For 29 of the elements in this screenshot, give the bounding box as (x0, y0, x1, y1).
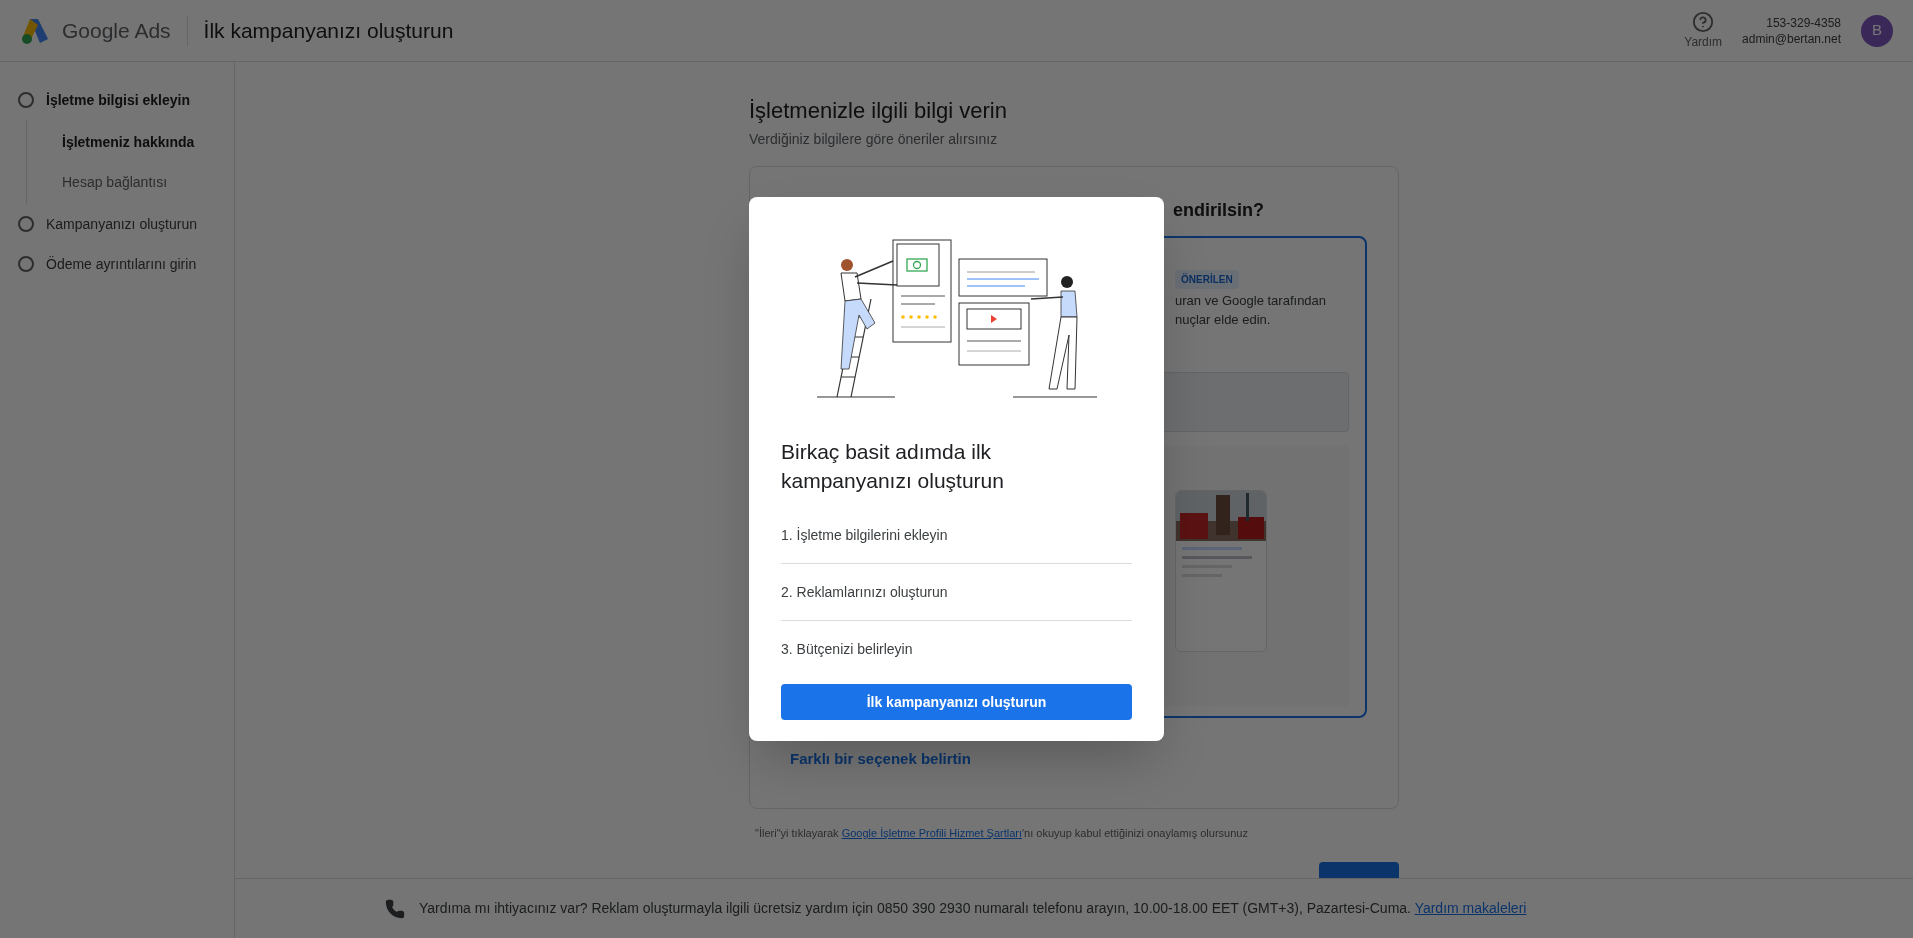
account-email: admin@bertan.net (1742, 30, 1841, 47)
sidebar-step[interactable]: Ödeme ayrıntılarını girin (0, 244, 234, 284)
phone-icon (385, 898, 405, 919)
sidebar-step[interactable]: Kampanyanızı oluşturun (0, 204, 234, 244)
dialog-step: 1. İşletme bilgilerini ekleyin (781, 507, 1132, 564)
account-id: 153-329-4358 (1766, 14, 1841, 31)
dialog-step: 2. Reklamlarınızı oluşturun (781, 564, 1132, 621)
option-description: nuçlar elde edin. (1175, 311, 1272, 328)
other-option-link[interactable]: Farklı bir seçenek belirtin (790, 748, 1398, 771)
help-text: Yardıma mı ihtiyacınız var? Reklam oluşturmayla ilgili ücretsiz yardım için 0850 390 2930 numaralı telefonu arayın, 10.00-18.00 EET (GMT+3), Pazartesi-Cuma. Yardım makaleleri (419, 899, 1527, 918)
sidebar-substep[interactable]: İşletmeniz hakkında (27, 122, 234, 162)
sidebar-substep[interactable]: Hesap bağlantısı (27, 162, 234, 202)
logo-icon (20, 16, 50, 45)
terms-link[interactable]: Google İşletme Profili Hizmet Şartları (841, 827, 1022, 839)
section-subtitle: Verdiğiniz bilgilere göre öneriler alırsınız (749, 130, 999, 149)
help-button[interactable]: Yardım (1684, 10, 1723, 51)
product-name: Google Ads (62, 17, 171, 44)
section-title: İşletmenizle ilgili bilgi verin (749, 97, 1008, 125)
sidebar-step[interactable]: İşletme bilgisi ekleyin (0, 80, 234, 120)
terms-text: "İleri"yi tıklayarak Google İşletme Profili Hizmet Şartları'nı okuyup kabul ettiğinizi onaylamış olursunuz (755, 826, 1249, 841)
page-title: İlk kampanyanızı oluşturun (203, 17, 454, 44)
question-heading: endirilsin? (1173, 199, 1265, 222)
dialog-title: Birkaç basit adımda ilk kampanyanızı oluşturun (781, 439, 1005, 494)
recommended-badge: ÖNERİLEN (1175, 270, 1239, 289)
create-campaign-button[interactable]: İlk kampanyanızı oluşturun (781, 684, 1132, 720)
help-icon (1692, 10, 1715, 33)
avatar[interactable]: B (1861, 14, 1893, 47)
option-description: uran ve Google tarafından (1175, 292, 1328, 309)
help-articles-link[interactable]: Yardım makaleleri (1414, 900, 1527, 916)
